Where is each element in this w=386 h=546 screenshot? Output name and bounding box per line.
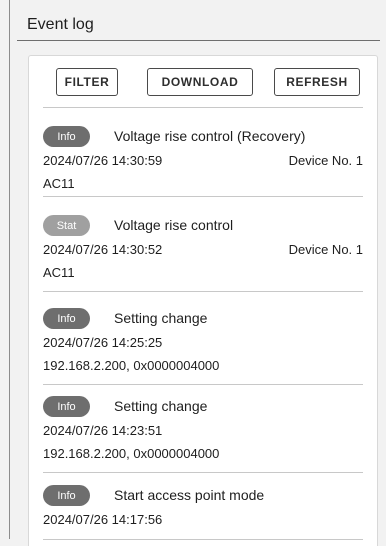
event-timestamp: 2024/07/26 14:30:59: [43, 153, 163, 168]
event-detail: 192.168.2.200, 0x0000004000: [43, 446, 220, 461]
event-timestamp: 2024/07/26 14:25:25: [43, 335, 163, 350]
event-entry[interactable]: Info Setting change 2024/07/26 14:25:25 …: [43, 308, 363, 385]
event-detail: AC11: [43, 176, 75, 191]
event-type-badge: Info: [43, 396, 90, 417]
event-device: Device No. 1: [288, 242, 363, 257]
header-divider: [17, 40, 380, 41]
toolbar: FILTER DOWNLOAD REFRESH: [29, 68, 377, 98]
event-message: Start access point mode: [114, 487, 265, 503]
event-type-badge: Info: [43, 485, 90, 506]
download-button[interactable]: DOWNLOAD: [147, 68, 253, 96]
event-log-panel: FILTER DOWNLOAD REFRESH Info Voltage ris…: [28, 55, 378, 546]
event-type-badge: Stat: [43, 215, 90, 236]
event-detail: 192.168.2.200, 0x0000004000: [43, 358, 220, 373]
event-type-badge: Info: [43, 126, 90, 147]
event-timestamp: 2024/07/26 14:17:56: [43, 512, 163, 527]
event-message: Voltage rise control (Recovery): [114, 128, 306, 144]
filter-button[interactable]: FILTER: [56, 68, 118, 96]
event-timestamp: 2024/07/26 14:23:51: [43, 423, 163, 438]
event-entry[interactable]: Stat Voltage rise control 2024/07/26 14:…: [43, 215, 363, 292]
event-log-header: Event log: [17, 8, 380, 44]
page-title: Event log: [27, 16, 94, 33]
event-message: Setting change: [114, 398, 208, 414]
toolbar-divider: [43, 107, 363, 108]
refresh-button[interactable]: REFRESH: [274, 68, 360, 96]
event-message: Setting change: [114, 310, 208, 326]
event-device: Device No. 1: [288, 153, 363, 168]
event-type-badge: Info: [43, 308, 90, 329]
event-message: Voltage rise control: [114, 217, 234, 233]
event-entry[interactable]: Info Start access point mode 2024/07/26 …: [43, 485, 363, 540]
event-detail: AC11: [43, 265, 75, 280]
event-entry[interactable]: Info Setting change 2024/07/26 14:23:51 …: [43, 396, 363, 473]
event-entry[interactable]: Info Voltage rise control (Recovery) 202…: [43, 126, 363, 197]
event-timestamp: 2024/07/26 14:30:52: [43, 242, 163, 257]
